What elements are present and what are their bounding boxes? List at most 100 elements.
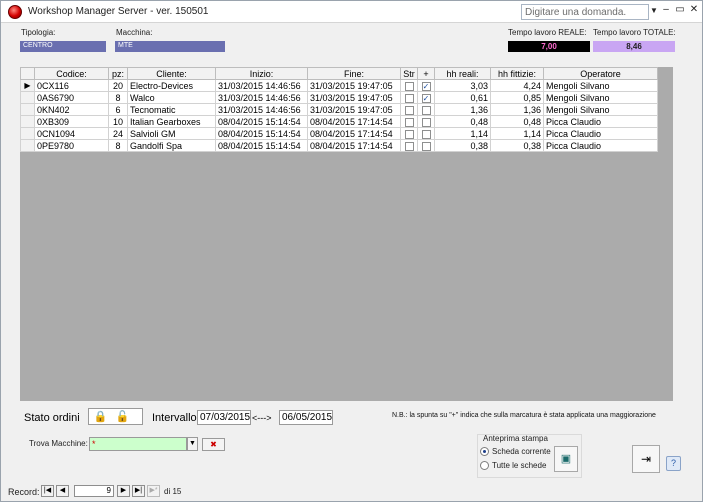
tipologia-field[interactable]: CENTRO: [20, 41, 106, 52]
col-hh-reali[interactable]: hh reali:: [434, 67, 491, 80]
cell-cliente[interactable]: Italian Gearboxes: [127, 115, 216, 128]
minimize-button[interactable]: –: [660, 4, 672, 15]
table-row[interactable]: ▶ 0CX116 20 Electro-Devices 31/03/2015 1…: [20, 79, 658, 92]
cell-operatore[interactable]: Picca Claudio: [543, 127, 658, 140]
cell-hh-reali[interactable]: 0,48: [434, 115, 491, 128]
trova-macchine-input[interactable]: *: [89, 437, 187, 451]
cell-hh-reali[interactable]: 1,14: [434, 127, 491, 140]
cell-operatore[interactable]: Picca Claudio: [543, 139, 658, 152]
cell-cliente[interactable]: Gandolfi Spa: [127, 139, 216, 152]
col-fine[interactable]: Fine:: [307, 67, 401, 80]
cell-fine[interactable]: 08/04/2015 17:14:54: [307, 127, 401, 140]
radio-scheda-corrente[interactable]: Scheda corrente: [480, 447, 551, 457]
cell-hh-fittizie[interactable]: 4,24: [490, 79, 544, 92]
cell-cliente[interactable]: Salvioli GM: [127, 127, 216, 140]
table-row[interactable]: 0PE9780 8 Gandolfi Spa 08/04/2015 15:14:…: [20, 139, 658, 152]
plus-checkbox[interactable]: [421, 141, 431, 151]
cell-plus[interactable]: [417, 103, 435, 116]
cell-codice[interactable]: 0CX116: [34, 79, 109, 92]
row-selector[interactable]: [20, 91, 35, 104]
str-checkbox[interactable]: [404, 117, 414, 127]
print-preview-button[interactable]: ▣: [554, 446, 578, 472]
table-row[interactable]: 0KN402 6 Tecnomatic 31/03/2015 14:46:56 …: [20, 103, 658, 116]
cell-hh-fittizie[interactable]: 1,14: [490, 127, 544, 140]
cell-plus[interactable]: [417, 115, 435, 128]
cell-operatore[interactable]: Mengoli Silvano: [543, 103, 658, 116]
cell-pz[interactable]: 8: [108, 139, 128, 152]
cell-fine[interactable]: 31/03/2015 19:47:05: [307, 91, 401, 104]
cell-hh-fittizie[interactable]: 0,48: [490, 115, 544, 128]
col-operatore[interactable]: Operatore: [543, 67, 658, 80]
trova-dropdown-icon[interactable]: ▼: [187, 437, 198, 451]
cell-str[interactable]: [400, 91, 418, 104]
cell-hh-reali[interactable]: 0,38: [434, 139, 491, 152]
cell-inizio[interactable]: 31/03/2015 14:46:56: [215, 103, 308, 116]
next-record-button[interactable]: ▶: [117, 485, 130, 497]
cell-pz[interactable]: 6: [108, 103, 128, 116]
row-selector[interactable]: [20, 115, 35, 128]
close-button[interactable]: ✕: [688, 4, 700, 15]
cell-plus[interactable]: [417, 127, 435, 140]
cell-hh-fittizie[interactable]: 1,36: [490, 103, 544, 116]
date-to-input[interactable]: 06/05/2015: [279, 410, 333, 425]
cell-codice[interactable]: 0CN1094: [34, 127, 109, 140]
cell-plus[interactable]: ✓: [417, 79, 435, 92]
cell-inizio[interactable]: 31/03/2015 14:46:56: [215, 91, 308, 104]
str-checkbox[interactable]: [404, 81, 414, 91]
cell-codice[interactable]: 0PE9780: [34, 139, 109, 152]
cell-fine[interactable]: 08/04/2015 17:14:54: [307, 115, 401, 128]
cell-hh-fittizie[interactable]: 0,38: [490, 139, 544, 152]
current-record-input[interactable]: 9: [74, 485, 114, 497]
plus-checkbox[interactable]: ✓: [421, 93, 431, 103]
cell-hh-reali[interactable]: 1,36: [434, 103, 491, 116]
col-cliente[interactable]: Cliente:: [127, 67, 216, 80]
cell-pz[interactable]: 8: [108, 91, 128, 104]
cell-inizio[interactable]: 08/04/2015 15:14:54: [215, 127, 308, 140]
cell-fine[interactable]: 08/04/2015 17:14:54: [307, 139, 401, 152]
row-selector[interactable]: [20, 139, 35, 152]
restore-button[interactable]: ▭: [674, 4, 686, 15]
cell-pz[interactable]: 24: [108, 127, 128, 140]
prev-record-button[interactable]: ◀: [56, 485, 69, 497]
cell-fine[interactable]: 31/03/2015 19:47:05: [307, 79, 401, 92]
plus-checkbox[interactable]: [421, 117, 431, 127]
radio-tutte-schede[interactable]: Tutte le schede: [480, 461, 546, 471]
cell-fine[interactable]: 31/03/2015 19:47:05: [307, 103, 401, 116]
cell-plus[interactable]: ✓: [417, 91, 435, 104]
str-checkbox[interactable]: [404, 141, 414, 151]
col-hh-fittizie[interactable]: hh fittizie:: [490, 67, 544, 80]
col-str[interactable]: Str: [400, 67, 418, 80]
col-plus[interactable]: +: [417, 67, 435, 80]
cell-inizio[interactable]: 08/04/2015 15:14:54: [215, 139, 308, 152]
radio-off-icon[interactable]: [480, 461, 489, 471]
table-row[interactable]: 0XB309 10 Italian Gearboxes 08/04/2015 1…: [20, 115, 658, 128]
cell-hh-fittizie[interactable]: 0,85: [490, 91, 544, 104]
new-record-button[interactable]: ▶*: [147, 485, 160, 497]
col-pz[interactable]: pz:: [108, 67, 128, 80]
table-row[interactable]: 0CN1094 24 Salvioli GM 08/04/2015 15:14:…: [20, 127, 658, 140]
cell-str[interactable]: [400, 115, 418, 128]
col-codice[interactable]: Codice:: [34, 67, 109, 80]
date-from-input[interactable]: 07/03/2015: [197, 410, 251, 425]
row-selector[interactable]: ▶: [20, 79, 35, 92]
cell-str[interactable]: [400, 103, 418, 116]
cell-cliente[interactable]: Tecnomatic: [127, 103, 216, 116]
cell-str[interactable]: [400, 127, 418, 140]
str-checkbox[interactable]: [404, 93, 414, 103]
cell-cliente[interactable]: Electro-Devices: [127, 79, 216, 92]
cell-str[interactable]: [400, 79, 418, 92]
str-checkbox[interactable]: [404, 105, 414, 115]
cell-codice[interactable]: 0AS6790: [34, 91, 109, 104]
cell-str[interactable]: [400, 139, 418, 152]
help-search-input[interactable]: Digitare una domanda.: [521, 4, 649, 20]
help-button[interactable]: ?: [666, 456, 681, 471]
str-checkbox[interactable]: [404, 129, 414, 139]
cell-operatore[interactable]: Picca Claudio: [543, 115, 658, 128]
cell-inizio[interactable]: 08/04/2015 15:14:54: [215, 115, 308, 128]
plus-checkbox[interactable]: [421, 105, 431, 115]
plus-checkbox[interactable]: ✓: [421, 81, 431, 91]
cell-hh-reali[interactable]: 3,03: [434, 79, 491, 92]
last-record-button[interactable]: ▶|: [132, 485, 145, 497]
cell-pz[interactable]: 20: [108, 79, 128, 92]
cell-inizio[interactable]: 31/03/2015 14:46:56: [215, 79, 308, 92]
